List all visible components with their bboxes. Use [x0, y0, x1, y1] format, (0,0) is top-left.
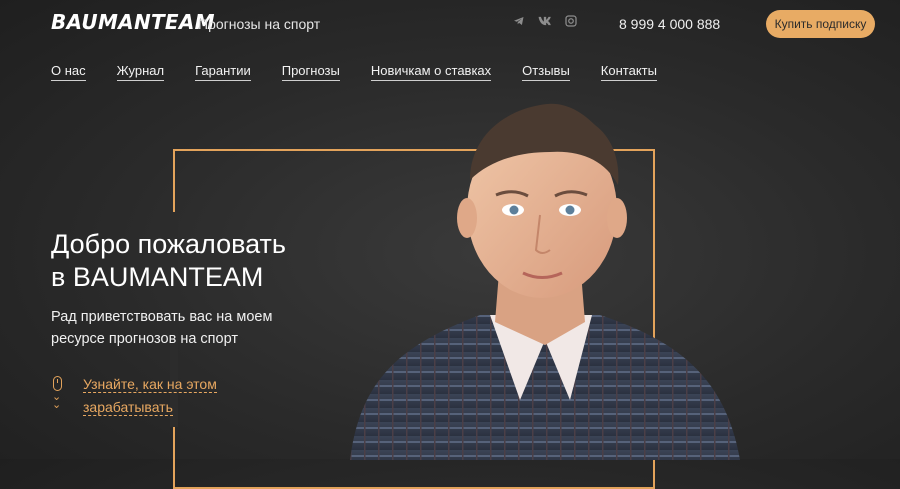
buy-subscription-button[interactable]: Купить подписку [766, 10, 875, 38]
hero-title-line-2: в BAUMANTEAM [51, 262, 264, 292]
chevron-down-icon: ⌄ ⌄ [52, 391, 62, 411]
nav-item-contacts[interactable]: Контакты [600, 63, 657, 81]
nav-item-beginners[interactable]: Новичкам о ставках [370, 63, 492, 81]
vk-icon[interactable] [538, 15, 552, 29]
phone-number[interactable]: 8 999 4 000 888 [619, 16, 720, 32]
instagram-icon[interactable] [564, 15, 578, 29]
hero-portrait [350, 103, 740, 460]
site-logo[interactable]: BAUMANTEAM [51, 10, 215, 34]
hero-title-line-1: Добро пожаловать [51, 229, 286, 259]
learn-link-line-2: зарабатывать [83, 399, 173, 416]
hero-subtitle-line-1: Рад приветствовать вас на моем [51, 309, 273, 325]
nav-item-reviews[interactable]: Отзывы [522, 63, 570, 81]
main-nav: О нас Журнал Гарантии Прогнозы Новичкам … [51, 63, 657, 81]
learn-link-line-1: Узнайте, как на этом [83, 376, 217, 393]
nav-item-guarantees[interactable]: Гарантии [195, 63, 251, 81]
nav-item-journal[interactable]: Журнал [116, 63, 165, 81]
site-tagline: Прогнозы на спорт [198, 16, 321, 32]
hero-subtitle-line-2: ресурсе прогнозов на спорт [51, 331, 238, 347]
social-links [512, 15, 578, 29]
nav-item-forecasts[interactable]: Прогнозы [281, 63, 340, 81]
learn-how-to-earn-link[interactable]: Узнайте, как на этом зарабатывать [83, 373, 228, 419]
hero-subtitle: Рад приветствовать вас на моем ресурсе п… [51, 306, 272, 350]
scroll-mouse-icon [53, 376, 62, 391]
telegram-icon[interactable] [512, 15, 526, 29]
hero-title: Добро пожаловать в BAUMANTEAM [51, 228, 286, 294]
nav-item-about[interactable]: О нас [51, 63, 86, 81]
